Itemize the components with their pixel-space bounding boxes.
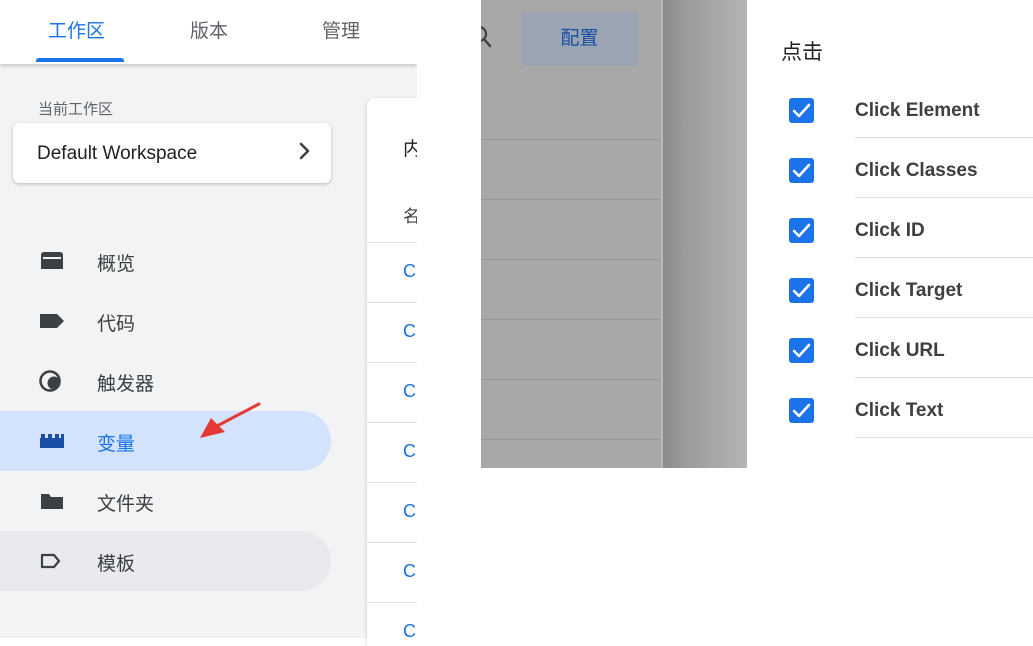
checkbox-label: Click Element	[855, 100, 980, 121]
divider	[481, 199, 663, 200]
overview-icon	[41, 252, 63, 269]
checkbox-checked[interactable]	[789, 158, 814, 183]
search-icon[interactable]	[481, 24, 495, 50]
checkbox-checked[interactable]	[789, 278, 814, 303]
checkbox-checked[interactable]	[789, 98, 814, 123]
sidebar-item-label: 模板	[97, 554, 136, 575]
checkbox-label: Click Classes	[855, 160, 978, 181]
variable-name-link[interactable]: C	[403, 321, 416, 342]
divider	[855, 437, 1033, 438]
tab-versions[interactable]: 版本	[190, 16, 228, 43]
check-icon	[792, 283, 811, 298]
workspace-selector[interactable]: Default Workspace	[13, 123, 331, 183]
configure-button[interactable]: 配置	[521, 12, 638, 66]
table-row[interactable]: C	[367, 302, 417, 362]
dimmed-list: 配置	[481, 0, 663, 468]
sidebar-item-label: 代码	[97, 314, 136, 335]
sidebar-item-label: 文件夹	[97, 494, 155, 515]
variables-content-card: 内 名 C C C C C C C	[367, 98, 417, 646]
variable-name-link[interactable]: C	[403, 261, 416, 282]
sidebar-item-overview[interactable]: 概览	[0, 231, 331, 291]
check-icon	[792, 163, 811, 178]
trigger-icon	[39, 370, 61, 392]
table-row[interactable]: C	[367, 362, 417, 422]
left-panel: 工作区 版本 管理 当前工作区 Default Workspace 概览 代码	[0, 0, 417, 646]
table-row[interactable]: C	[367, 602, 417, 646]
chevron-right-icon	[299, 142, 310, 160]
active-tab-indicator	[36, 58, 124, 62]
checkbox-checked[interactable]	[789, 398, 814, 423]
workspace-name: Default Workspace	[37, 143, 198, 164]
panel-title: 点击	[781, 41, 823, 64]
sidebar-item-variables[interactable]: 变量	[0, 411, 331, 471]
table-row[interactable]: C	[367, 482, 417, 542]
table-row[interactable]: C	[367, 242, 417, 302]
workspace-section-label: 当前工作区	[38, 101, 114, 118]
divider	[481, 319, 663, 320]
variable-name-link[interactable]: C	[403, 501, 416, 522]
check-icon	[792, 343, 811, 358]
sidebar-item-templates[interactable]: 模板	[0, 531, 331, 591]
variable-name-link[interactable]: C	[403, 441, 416, 462]
variable-name-link[interactable]: C	[403, 381, 416, 402]
divider	[481, 379, 663, 380]
click-variables-panel: 点击 Click Element Click Classes Click ID …	[747, 0, 1033, 646]
check-icon	[792, 403, 811, 418]
checkbox-row-click-text[interactable]: Click Text	[747, 378, 1033, 438]
sidebar-item-folders[interactable]: 文件夹	[0, 471, 331, 531]
checkbox-row-click-id[interactable]: Click ID	[747, 198, 1033, 258]
checkbox-checked[interactable]	[789, 338, 814, 363]
checkbox-row-click-classes[interactable]: Click Classes	[747, 138, 1033, 198]
template-icon	[40, 553, 61, 569]
variable-name-link[interactable]: C	[403, 621, 416, 642]
checkbox-row-click-element[interactable]: Click Element	[747, 78, 1033, 138]
column-header-name: 名	[403, 207, 417, 226]
check-icon	[792, 103, 811, 118]
checkbox-label: Click URL	[855, 340, 945, 361]
divider	[481, 139, 663, 140]
checkbox-checked[interactable]	[789, 218, 814, 243]
card-heading: 内	[403, 139, 417, 160]
sidebar-item-tags[interactable]: 代码	[0, 291, 331, 351]
sidebar-item-label: 触发器	[97, 374, 155, 395]
table-row[interactable]: C	[367, 422, 417, 482]
sidebar: 当前工作区 Default Workspace 概览 代码 触发器 变量 文件夹…	[0, 64, 417, 646]
tab-workspace[interactable]: 工作区	[48, 16, 105, 43]
checkbox-row-click-url[interactable]: Click URL	[747, 318, 1033, 378]
red-arrow-icon	[200, 402, 261, 438]
check-icon	[792, 223, 811, 238]
sidebar-item-label: 概览	[97, 254, 136, 275]
checkbox-label: Click Text	[855, 400, 944, 421]
checkbox-row-click-target[interactable]: Click Target	[747, 258, 1033, 318]
checkbox-label: Click ID	[855, 220, 925, 241]
tab-admin[interactable]: 管理	[322, 16, 360, 43]
divider	[481, 439, 663, 440]
folder-icon	[41, 494, 63, 509]
sidebar-item-label: 变量	[97, 434, 136, 455]
variable-name-link[interactable]: C	[403, 561, 416, 582]
table-row[interactable]: C	[367, 542, 417, 602]
panel-shadow	[663, 0, 747, 468]
sidebar-item-triggers[interactable]: 触发器	[0, 351, 331, 411]
divider	[481, 259, 663, 260]
dimmed-background-panel: 配置	[481, 0, 747, 468]
top-tab-bar: 工作区 版本 管理	[0, 0, 417, 64]
checkbox-label: Click Target	[855, 280, 963, 301]
variable-icon	[40, 434, 64, 448]
tag-icon	[40, 314, 64, 328]
